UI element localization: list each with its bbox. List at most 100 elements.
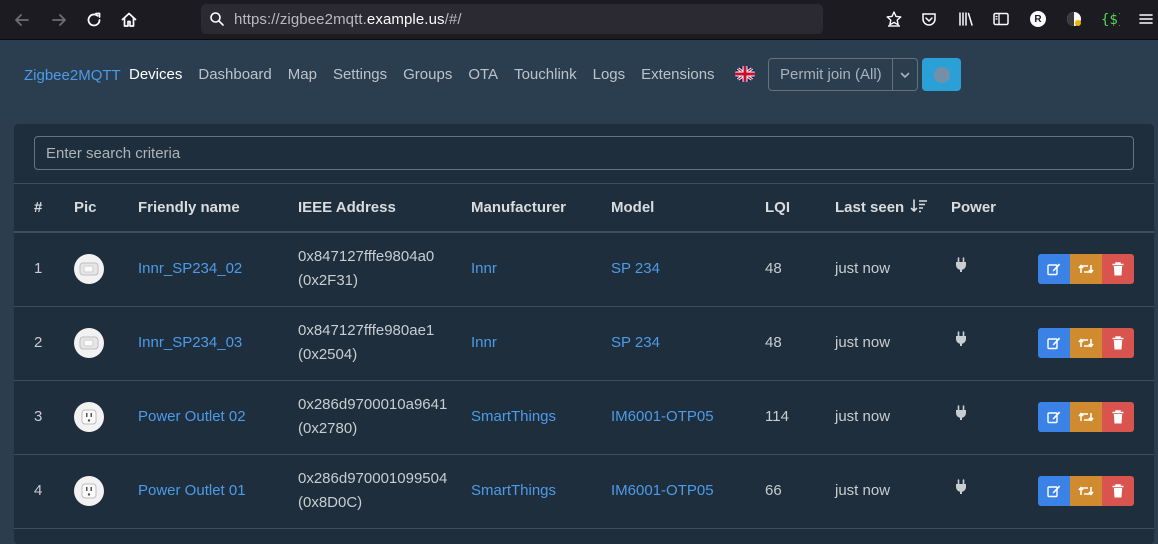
extension-script-icon[interactable]: {$} [1099, 8, 1121, 30]
header-power: Power [951, 184, 1021, 233]
header-pic: Pic [74, 184, 138, 233]
model-link[interactable]: SP 234 [611, 260, 660, 277]
library-icon[interactable] [955, 8, 977, 30]
retweet-icon [1078, 486, 1094, 496]
manufacturer-link[interactable]: Innr [471, 260, 497, 277]
friendly-name-link[interactable]: Innr_SP234_02 [138, 260, 242, 277]
last-seen-value: just now [835, 380, 951, 455]
app-navbar: Zigbee2MQTT Devices Dashboard Map Settin… [0, 41, 1158, 107]
row-number: 2 [14, 306, 74, 381]
browser-toolbar: https://zigbee2mqtt.example.us/#/ R {$} [0, 0, 1158, 40]
rename-button[interactable] [1070, 402, 1102, 432]
address-bar[interactable]: https://zigbee2mqtt.example.us/#/ [201, 4, 823, 34]
nav-groups[interactable]: Groups [403, 66, 452, 83]
forward-icon[interactable] [46, 7, 72, 33]
nav-extensions[interactable]: Extensions [641, 66, 714, 83]
header-last-seen[interactable]: Last seen [835, 184, 951, 233]
manufacturer-link[interactable]: SmartThings [471, 408, 556, 425]
nav-dashboard[interactable]: Dashboard [198, 66, 271, 83]
nav-settings[interactable]: Settings [333, 66, 387, 83]
nav-ota[interactable]: OTA [468, 66, 498, 83]
lqi-value: 66 [765, 454, 835, 529]
search-icon [209, 11, 225, 32]
table-row: 4 Power Outlet 01 0x286d970001099504 (0x8… [14, 454, 1154, 529]
header-number[interactable]: # [14, 184, 74, 233]
plug-icon [955, 331, 967, 355]
devices-table: # Pic Friendly name IEEE Address Manufac… [14, 184, 1154, 529]
plug-icon[interactable] [74, 254, 104, 285]
language-flag-icon[interactable] [735, 66, 755, 82]
sort-desc-icon [910, 198, 928, 218]
menu-icon[interactable] [1135, 8, 1157, 30]
back-icon[interactable] [9, 7, 35, 33]
friendly-name-link[interactable]: Power Outlet 01 [138, 482, 246, 499]
search-section [14, 124, 1154, 184]
header-friendly-name[interactable]: Friendly name [138, 184, 298, 233]
delete-button[interactable] [1102, 402, 1134, 432]
header-ieee-address[interactable]: IEEE Address [298, 184, 471, 233]
plug-icon[interactable] [74, 328, 104, 358]
plug-icon [955, 479, 967, 503]
edit-icon [1047, 337, 1061, 350]
extension-shield-icon[interactable] [1063, 8, 1085, 30]
nav-logs[interactable]: Logs [593, 66, 626, 83]
ieee-address: 0x286d9700010a9641 (0x2780) [298, 380, 471, 455]
delete-button[interactable] [1102, 328, 1134, 358]
trash-icon [1112, 410, 1124, 424]
friendly-name-link[interactable]: Power Outlet 02 [138, 408, 246, 425]
rename-button[interactable] [1070, 476, 1102, 506]
edit-button[interactable] [1038, 254, 1070, 285]
delete-button[interactable] [1102, 476, 1134, 506]
last-seen-value: just now [835, 306, 951, 381]
plug-icon [955, 405, 967, 429]
rename-button[interactable] [1070, 254, 1102, 285]
nav-links: Devices Dashboard Map Settings Groups OT… [129, 66, 731, 83]
reload-icon[interactable] [81, 7, 107, 33]
edit-button[interactable] [1038, 402, 1070, 432]
pocket-icon[interactable] [918, 8, 940, 30]
lqi-value: 114 [765, 380, 835, 455]
last-seen-value: just now [835, 232, 951, 307]
lqi-value: 48 [765, 306, 835, 381]
edit-icon [1047, 485, 1061, 498]
header-actions [1021, 184, 1154, 233]
rename-button[interactable] [1070, 328, 1102, 358]
bookmark-star-icon[interactable] [883, 8, 905, 30]
manufacturer-link[interactable]: SmartThings [471, 482, 556, 499]
delete-button[interactable] [1102, 254, 1134, 285]
home-icon[interactable] [116, 7, 142, 33]
model-link[interactable]: IM6001-OTP05 [611, 408, 714, 425]
friendly-name-link[interactable]: Innr_SP234_03 [138, 334, 242, 351]
trash-icon [1112, 336, 1124, 350]
row-number: 1 [14, 232, 74, 307]
model-link[interactable]: SP 234 [611, 334, 660, 351]
row-number: 3 [14, 380, 74, 455]
outlet-icon[interactable] [74, 402, 104, 432]
account-avatar-icon[interactable]: R [1027, 8, 1049, 30]
nav-touchlink[interactable]: Touchlink [514, 66, 577, 83]
nav-map[interactable]: Map [288, 66, 317, 83]
header-manufacturer[interactable]: Manufacturer [471, 184, 611, 233]
header-lqi[interactable]: LQI [765, 184, 835, 233]
retweet-icon [1078, 264, 1094, 274]
permit-join-status-button[interactable] [922, 58, 961, 91]
nav-devices[interactable]: Devices [129, 66, 182, 83]
search-input[interactable] [34, 136, 1134, 170]
edit-button[interactable] [1038, 328, 1070, 358]
chevron-down-icon[interactable] [892, 59, 917, 90]
sidebar-icon[interactable] [990, 8, 1012, 30]
row-number: 4 [14, 454, 74, 529]
brand-link[interactable]: Zigbee2MQTT [24, 67, 121, 84]
ieee-address: 0x847127fffe9804a0 (0x2F31) [298, 232, 471, 307]
manufacturer-link[interactable]: Innr [471, 334, 497, 351]
header-model[interactable]: Model [611, 184, 765, 233]
edit-button[interactable] [1038, 476, 1070, 506]
model-link[interactable]: IM6001-OTP05 [611, 482, 714, 499]
ieee-address: 0x847127fffe980ae1 (0x2504) [298, 306, 471, 381]
outlet-icon[interactable] [74, 476, 104, 506]
table-row: 3 Power Outlet 02 0x286d9700010a9641 (0x2… [14, 380, 1154, 455]
edit-icon [1047, 411, 1061, 424]
retweet-icon [1078, 412, 1094, 422]
edit-icon [1047, 263, 1061, 276]
permit-join-button[interactable]: Permit join (All) [768, 58, 918, 91]
